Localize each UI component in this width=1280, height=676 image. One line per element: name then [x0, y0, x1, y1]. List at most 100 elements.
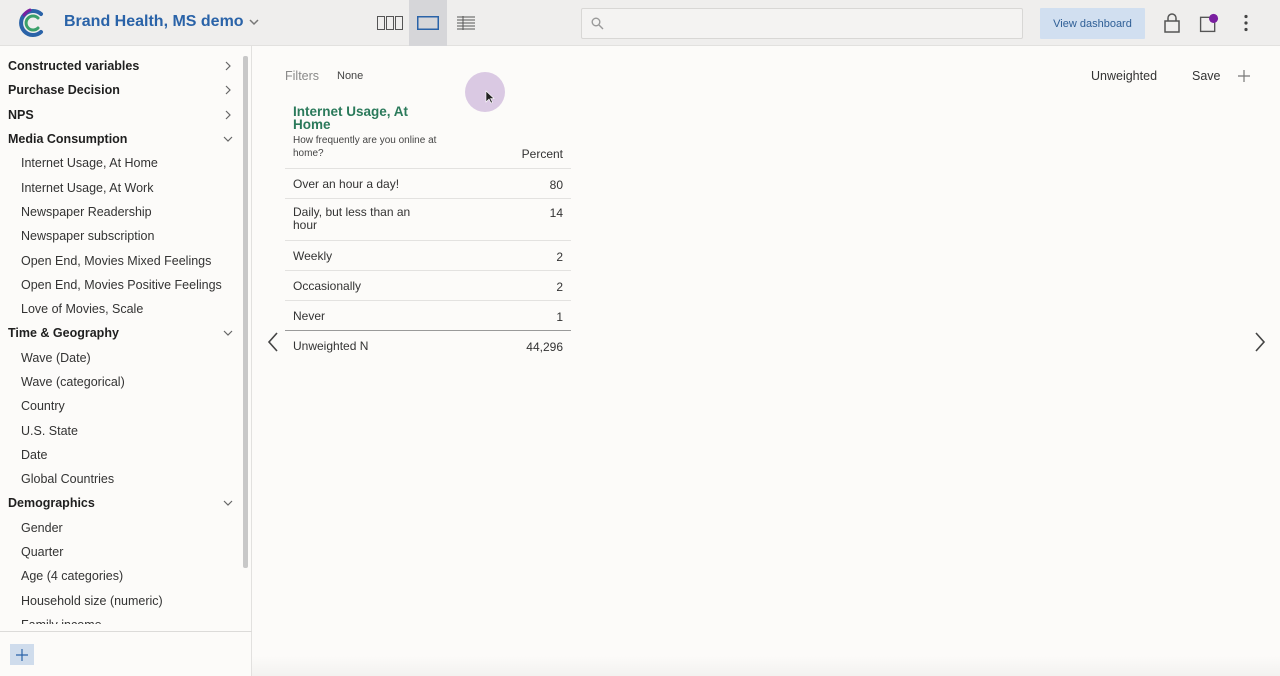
chevron-down-icon[interactable]	[222, 497, 234, 509]
sidebar-item-label: Constructed variables	[8, 59, 140, 74]
sidebar-variable[interactable]: Global Countries	[0, 467, 242, 491]
sidebar-variable[interactable]: Wave (categorical)	[0, 370, 242, 394]
sidebar-category[interactable]: Demographics	[0, 491, 242, 515]
sidebar-item-label: Age (4 categories)	[21, 569, 124, 584]
grid-view-button[interactable]	[371, 0, 409, 46]
row-label: Daily, but less than an hour	[293, 205, 411, 232]
sidebar-item-label: Purchase Decision	[8, 83, 120, 98]
sidebar-item-label: Wave (Date)	[21, 350, 91, 365]
list-view-button[interactable]	[447, 0, 485, 46]
add-icon[interactable]	[1237, 69, 1251, 83]
table-row[interactable]: Over an hour a day! 80	[285, 168, 571, 198]
save-button[interactable]: Save	[1192, 69, 1221, 83]
search-input[interactable]	[610, 13, 1010, 35]
chevron-down-icon[interactable]	[247, 15, 261, 29]
row-value: 2	[556, 280, 563, 294]
sidebar-item-label: Quarter	[21, 545, 64, 560]
table-row[interactable]: Occasionally 2	[285, 270, 571, 300]
app-logo[interactable]	[16, 7, 48, 39]
columns-icon	[377, 16, 403, 30]
sidebar-item-label: Newspaper subscription	[21, 229, 155, 244]
sidebar-variable[interactable]: Family income	[0, 613, 242, 624]
sidebar-variable[interactable]: Newspaper Readership	[0, 200, 242, 224]
sidebar-variable[interactable]: Age (4 categories)	[0, 564, 242, 588]
sidebar-variable[interactable]: Love of Movies, Scale	[0, 297, 242, 321]
sidebar-variable[interactable]: Quarter	[0, 540, 242, 564]
sidebar-category[interactable]: Time & Geography	[0, 321, 242, 345]
chevron-right-icon[interactable]	[222, 109, 234, 121]
variable-list: Constructed variables Purchase Decision NP…	[0, 54, 242, 624]
sidebar-item-label: Love of Movies, Scale	[21, 302, 144, 317]
chevron-left-icon[interactable]	[266, 331, 280, 353]
sidebar-item-label: Media Consumption	[8, 132, 128, 147]
weighting-selector[interactable]: Unweighted	[1091, 69, 1157, 83]
lock-button[interactable]	[1162, 12, 1182, 34]
sidebar-item-label: Internet Usage, At Home	[21, 156, 158, 171]
sidebar-variable[interactable]: Country	[0, 394, 242, 418]
sidebar-variable[interactable]: Gender	[0, 516, 242, 540]
row-label: Occasionally	[293, 279, 362, 293]
sidebar-item-label: Time & Geography	[8, 326, 119, 341]
sidebar-item-label: Household size (numeric)	[21, 593, 163, 608]
chevron-right-icon[interactable]	[222, 84, 234, 96]
table-title[interactable]: Internet Usage, At Home	[293, 105, 443, 132]
sidebar-item-label: Global Countries	[21, 472, 115, 487]
row-label: Weekly	[293, 249, 333, 263]
sidebar-item-label: Internet Usage, At Work	[21, 180, 154, 195]
plus-icon	[16, 648, 28, 661]
sidebar-item-label: Demographics	[8, 496, 95, 511]
top-bar: Brand Health, MS demo View dashboard	[0, 0, 1280, 46]
more-vertical-icon	[1244, 14, 1248, 32]
more-menu-button[interactable]	[1236, 12, 1256, 34]
view-dashboard-button[interactable]: View dashboard	[1040, 8, 1145, 39]
sidebar-category[interactable]: NPS	[0, 103, 242, 127]
sidebar-category[interactable]: Constructed variables	[0, 54, 242, 78]
sidebar-variable[interactable]: Wave (Date)	[0, 346, 242, 370]
chevron-down-icon[interactable]	[222, 133, 234, 145]
search-box[interactable]	[581, 8, 1023, 39]
sidebar-variable[interactable]: Internet Usage, At Home	[0, 151, 242, 175]
sidebar-variable[interactable]: Open End, Movies Positive Feelings	[0, 273, 242, 297]
notifications-button[interactable]	[1199, 12, 1219, 34]
total-row: Unweighted N 44,296	[285, 330, 571, 360]
results-table: Over an hour a day! 80 Daily, but less tha…	[285, 168, 571, 360]
sidebar-item-label: Gender	[21, 520, 63, 535]
document-title[interactable]: Brand Health, MS demo	[64, 13, 244, 31]
sidebar-item-label: U.S. State	[21, 423, 78, 438]
sidebar-item-label: NPS	[8, 107, 34, 122]
sidebar-variable[interactable]: Date	[0, 443, 242, 467]
sidebar-category[interactable]: Purchase Decision	[0, 78, 242, 102]
table-question: How frequently are you online at home?	[293, 135, 437, 159]
sidebar-category[interactable]: Media Consumption	[0, 127, 242, 151]
single-view-button[interactable]	[409, 0, 447, 46]
total-label: Unweighted N	[293, 339, 369, 353]
variables-sidebar: Constructed variables Purchase Decision NP…	[0, 46, 252, 676]
chevron-right-icon[interactable]	[1253, 331, 1267, 353]
mouse-pointer-icon	[485, 90, 495, 104]
rows-icon	[457, 16, 475, 30]
filters-label[interactable]: Filters	[285, 69, 319, 83]
row-value: 2	[556, 250, 563, 264]
sidebar-item-label: Wave (categorical)	[21, 375, 125, 389]
sidebar-variable[interactable]: U.S. State	[0, 418, 242, 442]
table-row[interactable]: Daily, but less than an hour 14	[285, 198, 571, 240]
table-row[interactable]: Never 1	[285, 300, 571, 330]
sidebar-item-label: Newspaper Readership	[21, 204, 152, 219]
chevron-down-icon[interactable]	[222, 327, 234, 339]
sidebar-scrollbar[interactable]	[243, 56, 248, 568]
chevron-right-icon[interactable]	[222, 60, 234, 72]
sidebar-variable[interactable]: Newspaper subscription	[0, 224, 242, 248]
table-row[interactable]: Weekly 2	[285, 240, 571, 270]
sidebar-item-label: Family income	[21, 618, 102, 624]
add-variable-button[interactable]	[10, 644, 34, 665]
sidebar-variable[interactable]: Open End, Movies Mixed Feelings	[0, 248, 242, 272]
sidebar-variable[interactable]: Household size (numeric)	[0, 589, 242, 613]
search-icon	[591, 17, 604, 30]
sidebar-item-label: Open End, Movies Mixed Feelings	[21, 253, 212, 268]
row-value: 1	[556, 310, 563, 324]
sidebar-variable[interactable]: Internet Usage, At Work	[0, 175, 242, 199]
column-header: Percent	[521, 147, 563, 161]
filters-value[interactable]: None	[337, 70, 363, 82]
row-value: 80	[549, 178, 563, 192]
sidebar-item-label: Date	[21, 447, 48, 462]
